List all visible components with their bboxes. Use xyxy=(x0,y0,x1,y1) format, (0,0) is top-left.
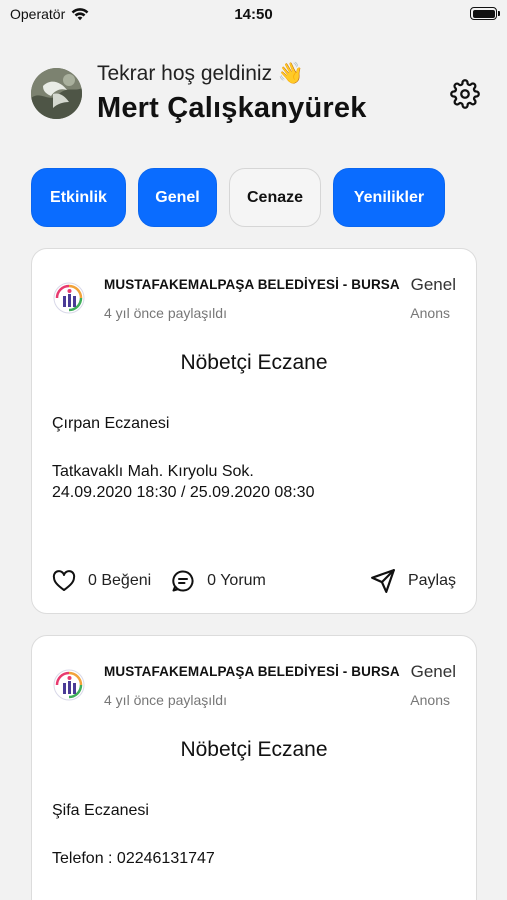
comment-icon xyxy=(172,570,194,592)
post-card[interactable]: MUSTAFAKEMALPAŞA BELEDİYESİ - BURSA Gene… xyxy=(31,248,477,614)
posted-time: 4 yıl önce paylaşıldı xyxy=(104,305,227,321)
send-icon xyxy=(371,569,395,593)
tab-label: Genel xyxy=(155,188,200,206)
share-label: Paylaş xyxy=(407,572,456,589)
pharmacy-details: Tatkavaklı Mah. Kıryolu Sok. 24.09.2020 … xyxy=(52,463,315,501)
post-type: Anons xyxy=(410,692,450,708)
gear-icon xyxy=(450,79,480,109)
post-title: Nöbetçi Eczane xyxy=(180,738,328,761)
heart-icon xyxy=(52,570,76,591)
tab-yenilikler[interactable]: Yenilikler xyxy=(333,168,445,227)
org-name: MUSTAFAKEMALPAŞA BELEDİYESİ - BURSA xyxy=(104,664,400,679)
tab-label: Yenilikler xyxy=(353,188,425,206)
pharmacy-details: Telefon : 02246131747 xyxy=(52,850,215,867)
tab-cenaze[interactable]: Cenaze xyxy=(229,168,321,227)
like-count: 0 Beğeni xyxy=(88,572,152,589)
tab-label: Cenaze xyxy=(246,188,304,206)
post-category: Genel xyxy=(410,662,456,681)
municipality-logo xyxy=(52,668,86,702)
status-bar: Operatör 14:50 xyxy=(0,0,507,30)
avatar[interactable] xyxy=(31,68,82,119)
battery-level xyxy=(472,9,495,18)
org-name: MUSTAFAKEMALPAŞA BELEDİYESİ - BURSA xyxy=(104,277,400,292)
greeting-text: Tekrar hoş geldiniz 👋 xyxy=(97,62,305,85)
post-title: Nöbetçi Eczane xyxy=(180,351,328,374)
pharmacy-name: Çırpan Eczanesi xyxy=(52,415,170,432)
like-button[interactable]: 0 Beğeni xyxy=(52,570,151,592)
user-name: Mert Çalışkanyürek xyxy=(97,92,367,124)
tab-genel[interactable]: Genel xyxy=(138,168,217,227)
posted-time: 4 yıl önce paylaşıldı xyxy=(104,692,227,708)
tab-label: Etkinlik xyxy=(50,188,107,206)
share-button[interactable]: Paylaş xyxy=(370,568,456,594)
post-actions: 0 Beğeni 0 Yorum Paylaş xyxy=(52,566,456,596)
filter-tabs: Etkinlik Genel Cenaze Yenilikler xyxy=(31,168,445,227)
battery-icon xyxy=(470,7,500,20)
post-body: Çırpan Eczanesi Tatkavaklı Mah. Kıryolu … xyxy=(52,413,462,503)
comment-button[interactable]: 0 Yorum xyxy=(171,569,266,593)
pharmacy-name: Şifa Eczanesi xyxy=(52,802,149,819)
avatar-image xyxy=(31,68,82,119)
municipality-logo xyxy=(52,281,86,315)
post-body: Şifa Eczanesi Telefon : 02246131747 xyxy=(52,800,462,869)
post-card[interactable]: MUSTAFAKEMALPAŞA BELEDİYESİ - BURSA Gene… xyxy=(31,635,477,900)
comment-count: 0 Yorum xyxy=(207,572,266,589)
post-category: Genel xyxy=(410,275,456,294)
status-time: 14:50 xyxy=(234,6,273,23)
header: Tekrar hoş geldiniz 👋 Mert Çalışkanyürek xyxy=(31,60,481,132)
settings-button[interactable] xyxy=(449,78,481,110)
post-type: Anons xyxy=(410,305,450,321)
tab-etkinlik[interactable]: Etkinlik xyxy=(31,168,126,227)
